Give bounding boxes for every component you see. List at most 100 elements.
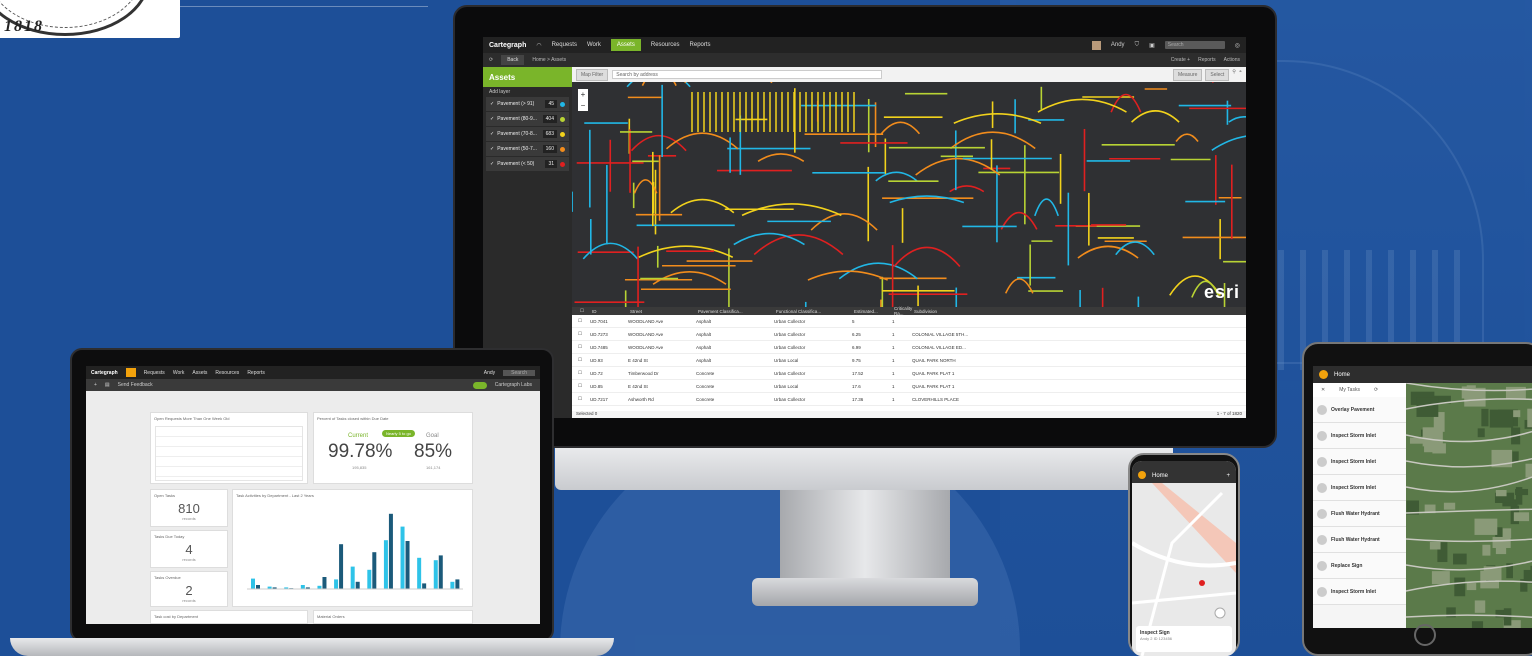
pavement-map[interactable] [572, 82, 1246, 307]
check-icon[interactable]: ✓ [490, 101, 494, 107]
chart-bar[interactable] [455, 579, 460, 589]
breadcrumb[interactable]: Home > Assets [532, 57, 566, 63]
table-row[interactable]: ☐ UD.7273 WOODLAND Ave Asphalt Urban Collect… [572, 328, 1246, 341]
settings-icon[interactable]: ◎ [1235, 42, 1240, 49]
street-segment[interactable] [665, 132, 739, 150]
search-input[interactable]: Search [1164, 41, 1225, 49]
chart-bar[interactable] [350, 566, 355, 589]
col-criticality[interactable]: Criticality Ra... [890, 306, 912, 316]
col-subdivision[interactable]: Subdivision [910, 309, 1010, 314]
chart-bar[interactable] [256, 585, 260, 589]
chart-bar[interactable] [372, 552, 377, 589]
row-checkbox[interactable]: ☐ [578, 383, 590, 389]
select-all-checkbox[interactable]: ☐ [576, 308, 588, 314]
row-checkbox[interactable]: ☐ [578, 357, 590, 363]
nav-assets[interactable]: Assets [610, 39, 641, 51]
back-button[interactable]: Back [501, 55, 525, 65]
nav-resources[interactable]: Resources [651, 42, 680, 48]
street-segment[interactable] [753, 234, 844, 256]
street-segment[interactable] [670, 198, 735, 214]
chart-bar[interactable] [334, 579, 339, 589]
row-checkbox[interactable]: ☐ [578, 370, 590, 376]
nav-work[interactable]: Work [587, 42, 601, 48]
row-checkbox[interactable]: ☐ [578, 318, 590, 324]
nav-reports[interactable]: Reports [690, 42, 711, 48]
tablet-satellite-map[interactable] [1406, 383, 1532, 628]
table-row[interactable]: ☐ UD.93 E 42nd St Asphalt Urban Local 9.75 1 QU… [572, 354, 1246, 367]
chart-bar[interactable] [438, 555, 443, 589]
chart-bar[interactable] [383, 540, 388, 589]
add-icon[interactable]: + [94, 382, 97, 388]
col-id[interactable]: ID [588, 309, 626, 314]
street-segment[interactable] [626, 82, 691, 88]
chart-bar[interactable] [300, 585, 305, 589]
street-segment[interactable] [630, 135, 687, 152]
task-item[interactable]: Replace Sign [1313, 553, 1406, 579]
my-tasks-label[interactable]: My Tasks [1339, 387, 1360, 393]
chart-bar[interactable] [450, 581, 455, 589]
layer-item[interactable]: ✓ Pavement (< 50) 31 [486, 157, 569, 171]
task-item[interactable]: Overlay Pavement [1313, 397, 1406, 423]
nav-resources[interactable]: Resources [215, 370, 239, 376]
check-icon[interactable]: ✓ [490, 131, 494, 137]
street-segment[interactable] [1175, 133, 1199, 142]
task-card[interactable]: Inspect Sign Andy 2 ID 123456 [1136, 626, 1232, 652]
open-tasks-card[interactable]: Open Tasks 810 records [150, 489, 228, 527]
feedback-icon[interactable]: ▤ [105, 382, 110, 388]
street-segment[interactable] [893, 246, 961, 267]
reports-button[interactable]: Reports [1198, 57, 1216, 63]
task-item[interactable]: Flush Water Hydrant [1313, 501, 1406, 527]
chart-bar[interactable] [400, 526, 405, 589]
create-button[interactable]: Create + [1171, 57, 1190, 63]
address-search-input[interactable]: Search by address [612, 70, 883, 79]
tasks-overdue-card[interactable]: Tasks Overdue 2 records [150, 571, 228, 607]
street-segment[interactable] [1211, 135, 1246, 151]
check-icon[interactable]: ✓ [490, 116, 494, 122]
tasks-due-today-card[interactable]: Tasks Due Today 4 records [150, 530, 228, 568]
chart-bar[interactable] [417, 557, 422, 589]
street-segment[interactable] [1077, 245, 1139, 259]
requests-table[interactable] [155, 426, 303, 481]
row-checkbox[interactable]: ☐ [578, 331, 590, 337]
add-layer-button[interactable]: Add layer [483, 87, 572, 96]
chart-bar[interactable] [251, 578, 255, 589]
close-icon[interactable]: ✕ [1321, 387, 1325, 393]
pagination[interactable]: 1 - 7 of 1820 [1217, 411, 1242, 418]
dashboard-icon[interactable]: ◠ [536, 42, 541, 49]
table-row[interactable]: ☐ UD.85 E 42nd St Concrete Urban Local 17.6 1 Q… [572, 380, 1246, 393]
help-icon[interactable]: ⛉ [1135, 42, 1140, 49]
task-item[interactable]: Inspect Storm Inlet [1313, 423, 1406, 449]
chart-bar[interactable] [433, 560, 438, 589]
task-item[interactable]: Inspect Storm Inlet [1313, 475, 1406, 501]
chart-bar[interactable] [322, 577, 327, 589]
street-segment[interactable] [949, 185, 985, 193]
table-row[interactable]: ☐ UD.7217 Ashworth Rd Concrete Urban Collect… [572, 393, 1246, 406]
layer-item[interactable]: ✓ Pavement (80-9... 404 [486, 112, 569, 126]
app-logo[interactable]: Cartegraph [91, 370, 118, 376]
chart-bar[interactable] [422, 583, 427, 589]
nav-requests[interactable]: Requests [144, 370, 165, 376]
chart-bar[interactable] [367, 569, 372, 589]
measure-button[interactable]: Measure [1172, 68, 1203, 81]
street-segment[interactable] [1037, 98, 1127, 113]
chart-bar[interactable] [388, 513, 393, 589]
user-name[interactable]: Andy [1111, 42, 1125, 48]
street-segment[interactable] [1131, 110, 1180, 123]
chart-bar[interactable] [405, 541, 410, 589]
street-segment[interactable] [949, 131, 1036, 150]
street-segment[interactable] [757, 153, 805, 163]
layer-item[interactable]: ✓ Pavement (50-7... 160 [486, 142, 569, 156]
home-icon[interactable] [125, 368, 136, 377]
layer-item[interactable]: ✓ Pavement (> 91) 45 [486, 97, 569, 111]
col-functional-class[interactable]: Functional Classifica... [772, 309, 850, 314]
task-item[interactable]: Inspect Storm Inlet [1313, 449, 1406, 475]
nav-requests[interactable]: Requests [552, 42, 577, 48]
street-segment[interactable] [889, 195, 965, 204]
nav-work[interactable]: Work [173, 370, 185, 376]
check-icon[interactable]: ✓ [490, 146, 494, 152]
table-row[interactable]: ☐ UD.72 Timberwood Dr Concrete Urban Collect… [572, 367, 1246, 380]
notification-icon[interactable]: ▣ [1149, 42, 1155, 49]
street-segment[interactable] [880, 121, 921, 135]
avatar[interactable] [1091, 40, 1101, 50]
app-logo[interactable]: Cartegraph [489, 42, 526, 49]
